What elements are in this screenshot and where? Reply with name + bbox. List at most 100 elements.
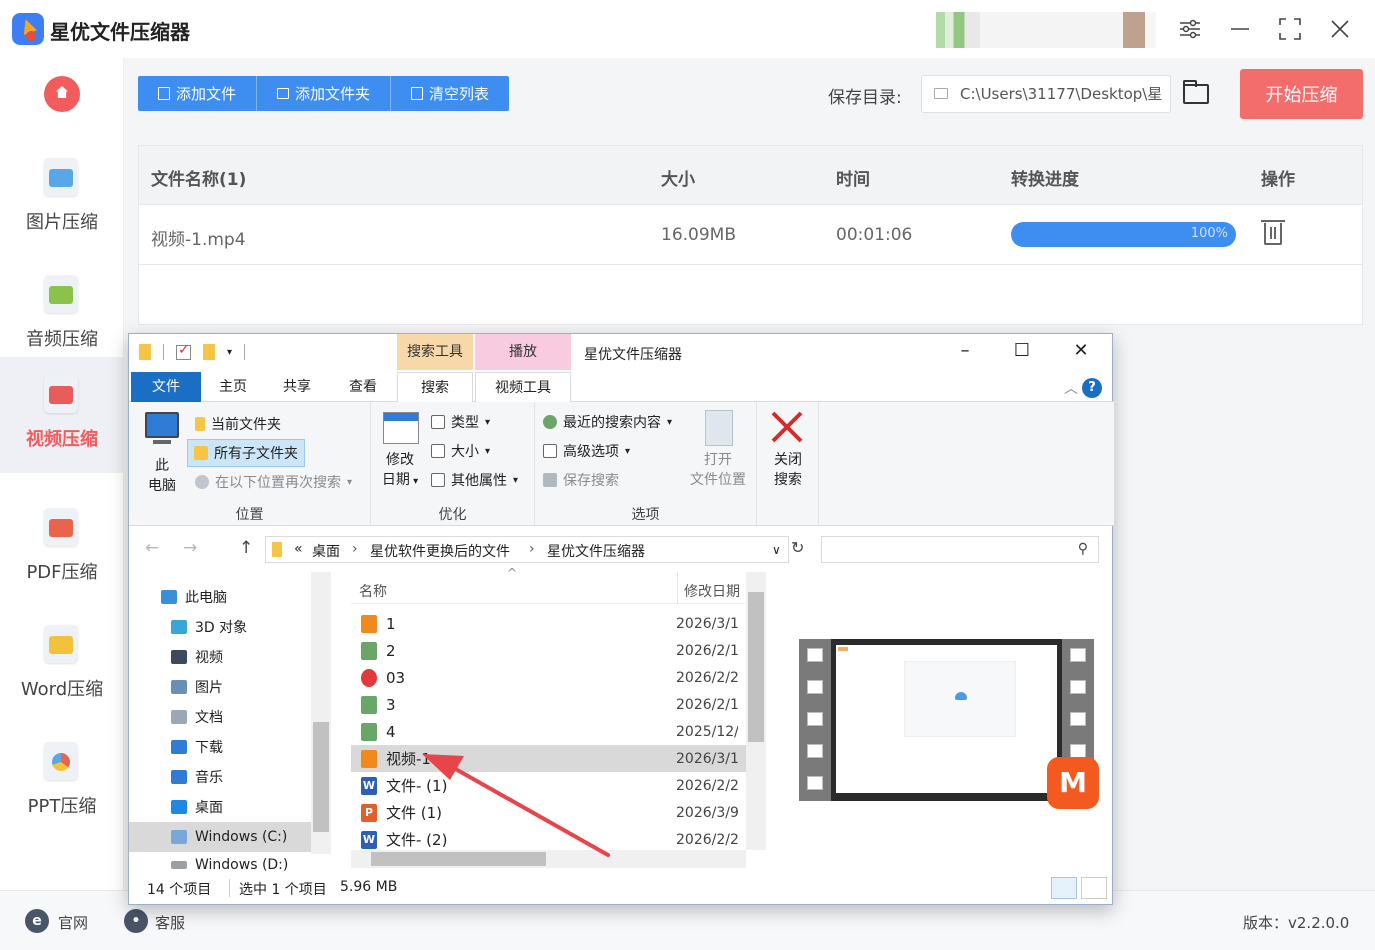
tree-item-3d[interactable]: 3D 对象 bbox=[129, 612, 311, 642]
breadcrumb-renamed-files[interactable]: 星优软件更换后的文件 bbox=[370, 541, 510, 561]
word-file-icon: W bbox=[361, 830, 377, 849]
service-link[interactable]: 客服 bbox=[155, 912, 185, 933]
save-search-icon bbox=[543, 473, 557, 487]
large-icons-view-icon[interactable] bbox=[1081, 877, 1107, 899]
save-path-field[interactable]: C:\Users\31177\Desktop\星 bbox=[921, 75, 1171, 113]
search-again-label: 在以下位置再次搜索 bbox=[215, 475, 341, 491]
overflow-icon[interactable]: « bbox=[294, 541, 303, 557]
date-modified-button[interactable]: 修改 日期 ▾ bbox=[377, 450, 423, 492]
settings-icon[interactable] bbox=[1175, 14, 1205, 44]
list-item[interactable]: 03 2026/2/2 bbox=[351, 664, 746, 691]
clear-list-button[interactable]: 清空列表 bbox=[391, 76, 509, 111]
forward-icon[interactable]: → bbox=[183, 538, 197, 558]
chevron-down-icon[interactable]: ∨ bbox=[772, 543, 781, 557]
customize-dropdown-icon[interactable]: ▾ bbox=[227, 347, 232, 358]
tree-item-this-pc[interactable]: 此电脑 bbox=[129, 582, 311, 612]
this-pc-icon[interactable] bbox=[145, 412, 179, 438]
details-view-icon[interactable] bbox=[1051, 877, 1077, 899]
tab-file[interactable]: 文件 bbox=[131, 372, 201, 402]
nav-scroll-thumb[interactable] bbox=[313, 722, 329, 832]
properties-icon[interactable] bbox=[176, 342, 191, 360]
new-folder-icon[interactable] bbox=[203, 344, 215, 360]
group-title-refine: 优化 bbox=[438, 507, 467, 523]
sidebar-item-ppt[interactable]: PPT压缩 bbox=[0, 724, 124, 840]
close-search-icon[interactable] bbox=[770, 410, 804, 448]
preview-pane: M bbox=[799, 639, 1099, 809]
other-properties-label: 其他属性 bbox=[451, 473, 507, 489]
address-bar[interactable]: « 桌面 › 星优软件更换后的文件 › 星优文件压缩器 ∨ bbox=[265, 536, 789, 563]
ribbon: 此电脑 当前文件夹 所有子文件夹 在以下位置再次搜索 ▾ 位置 修改 日期 ▾ 类型… bbox=[129, 402, 1114, 526]
column-divider bbox=[677, 572, 678, 604]
3d-objects-icon bbox=[171, 620, 187, 634]
website-icon[interactable]: e bbox=[25, 909, 49, 933]
browse-folder-icon[interactable] bbox=[1183, 80, 1209, 104]
close-icon[interactable] bbox=[1325, 14, 1355, 44]
size-button[interactable]: 大小 ▾ bbox=[431, 441, 490, 461]
tree-item-documents[interactable]: 文档 bbox=[129, 702, 311, 732]
open-file-location-button[interactable]: 打开 文件位置 bbox=[685, 450, 751, 490]
tree-item-drive-c[interactable]: Windows (C:) bbox=[129, 822, 311, 852]
service-icon[interactable]: • bbox=[124, 909, 148, 933]
back-icon[interactable]: ← bbox=[145, 538, 159, 558]
tab-share[interactable]: 共享 bbox=[277, 372, 317, 402]
dropdown-icon: ▾ bbox=[485, 445, 491, 457]
tree-item-desktop[interactable]: 桌面 bbox=[129, 792, 311, 822]
sidebar-item-pdf[interactable]: PDF压缩 bbox=[0, 490, 124, 606]
tree-label: 视频 bbox=[195, 650, 223, 666]
start-compress-button[interactable]: 开始压缩 bbox=[1240, 69, 1363, 119]
search-again-button[interactable]: 在以下位置再次搜索 ▾ bbox=[195, 472, 352, 492]
maximize-icon[interactable]: ☐ bbox=[1002, 340, 1042, 366]
sidebar-item-video[interactable]: 视频压缩 bbox=[0, 357, 124, 473]
sidebar-item-audio[interactable]: 音频压缩 bbox=[0, 257, 124, 373]
close-icon[interactable]: ✕ bbox=[1061, 340, 1101, 366]
help-icon[interactable]: ? bbox=[1082, 378, 1102, 398]
search-input[interactable]: ⚲ bbox=[821, 536, 1099, 563]
maximize-icon[interactable] bbox=[1275, 14, 1305, 44]
sidebar-item-word[interactable]: Word压缩 bbox=[0, 607, 124, 723]
tree-item-videos[interactable]: 视频 bbox=[129, 642, 311, 672]
this-pc-button[interactable]: 此电脑 bbox=[141, 456, 183, 496]
tab-video-tools[interactable]: 视频工具 bbox=[475, 372, 571, 402]
up-icon[interactable]: ↑ bbox=[239, 538, 253, 558]
file-list-vscroll-thumb[interactable] bbox=[748, 592, 764, 742]
list-item[interactable]: 3 2026/2/1 bbox=[351, 691, 746, 718]
tree-item-pictures[interactable]: 图片 bbox=[129, 672, 311, 702]
refresh-icon[interactable]: ↻ bbox=[791, 538, 804, 557]
save-search-button[interactable]: 保存搜索 bbox=[543, 470, 619, 490]
folder-icon[interactable] bbox=[139, 344, 151, 360]
current-folder-label: 当前文件夹 bbox=[211, 417, 281, 433]
col-date[interactable]: 修改日期 bbox=[684, 581, 740, 601]
all-subfolders-button[interactable]: 所有子文件夹 bbox=[187, 439, 305, 467]
list-item[interactable]: 1 2026/3/1 bbox=[351, 610, 746, 637]
user-avatar[interactable] bbox=[936, 12, 1156, 48]
add-file-button[interactable]: 添加文件 bbox=[138, 76, 258, 111]
close-search-button[interactable]: 关闭 搜索 bbox=[763, 450, 813, 490]
advanced-options-button[interactable]: 高级选项 ▾ bbox=[543, 441, 630, 461]
breadcrumb-desktop[interactable]: 桌面 bbox=[312, 541, 340, 561]
add-folder-button[interactable]: 添加文件夹 bbox=[257, 76, 392, 111]
minimize-icon[interactable] bbox=[1225, 14, 1255, 44]
website-link[interactable]: 官网 bbox=[58, 912, 88, 933]
group-title-location: 位置 bbox=[235, 507, 264, 523]
tree-item-music[interactable]: 音乐 bbox=[129, 762, 311, 792]
tree-item-downloads[interactable]: 下载 bbox=[129, 732, 311, 762]
tab-search[interactable]: 搜索 bbox=[397, 372, 473, 403]
other-properties-button[interactable]: 其他属性 ▾ bbox=[431, 470, 518, 490]
recent-searches-button[interactable]: 最近的搜索内容 ▾ bbox=[543, 412, 672, 432]
home-icon[interactable] bbox=[44, 76, 80, 112]
calendar-icon[interactable] bbox=[383, 412, 419, 444]
collapse-ribbon-icon[interactable]: ︿ bbox=[1064, 378, 1078, 398]
sort-ascending-icon: ^ bbox=[507, 566, 518, 580]
minimize-icon[interactable]: – bbox=[945, 340, 985, 366]
current-folder-button[interactable]: 当前文件夹 bbox=[195, 414, 281, 434]
type-button[interactable]: 类型 ▾ bbox=[431, 412, 490, 432]
tab-view[interactable]: 查看 bbox=[341, 372, 385, 402]
breadcrumb-compressor[interactable]: 星优文件压缩器 bbox=[547, 541, 645, 561]
open-location-icon[interactable] bbox=[705, 410, 733, 446]
sidebar-item-image[interactable]: 图片压缩 bbox=[0, 140, 124, 256]
tab-home[interactable]: 主页 bbox=[211, 372, 255, 402]
delete-icon[interactable] bbox=[1261, 220, 1285, 245]
list-item[interactable]: 2 2026/2/1 bbox=[351, 637, 746, 664]
col-name[interactable]: 名称 bbox=[359, 581, 387, 601]
type-icon bbox=[431, 415, 445, 429]
